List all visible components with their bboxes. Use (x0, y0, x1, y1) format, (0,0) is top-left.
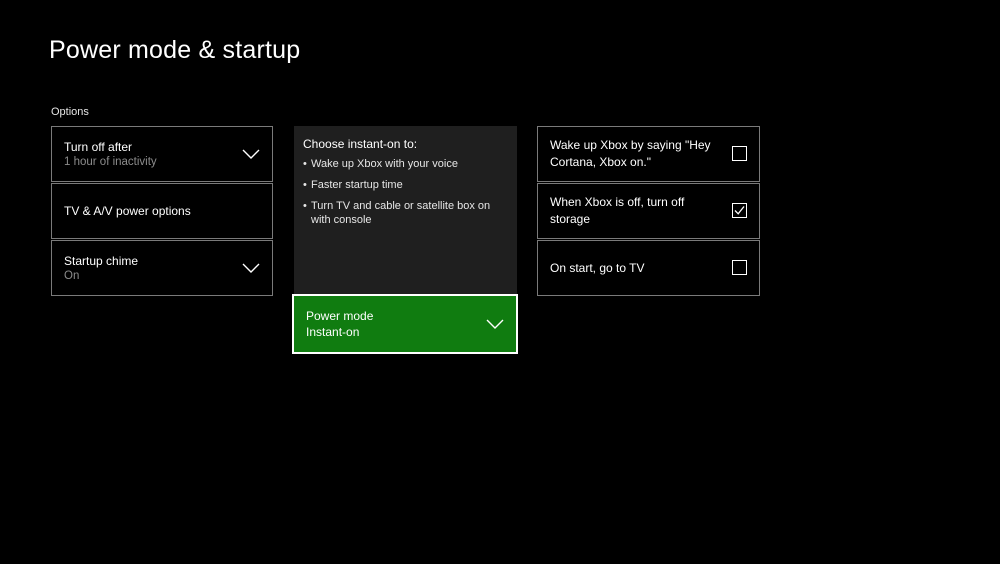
start-go-to-tv-checkbox[interactable] (732, 260, 747, 275)
power-mode-startup-page: Power mode & startup Options Turn off af… (0, 0, 1000, 564)
wake-with-cortana-label: Wake up Xbox by saying "Hey Cortana, Xbo… (550, 138, 711, 169)
info-bullet-startup: Faster startup time (303, 178, 508, 192)
turn-off-after-value: 1 hour of inactivity (64, 155, 157, 168)
options-list: Turn off after 1 hour of inactivity TV &… (51, 126, 273, 297)
tv-av-power-options-button[interactable]: TV & A/V power options (51, 183, 273, 239)
start-go-to-tv-option[interactable]: On start, go to TV (537, 240, 760, 296)
startup-chime-value: On (64, 269, 80, 282)
instant-on-info-panel: Choose instant-on to: Wake up Xbox with … (294, 126, 517, 294)
page-title: Power mode & startup (49, 36, 301, 64)
info-heading: Choose instant-on to: (303, 137, 418, 151)
chevron-down-icon (486, 319, 504, 329)
power-mode-label: Power mode (306, 309, 374, 323)
start-go-to-tv-label: On start, go to TV (550, 260, 645, 275)
wake-with-cortana-checkbox[interactable] (732, 146, 747, 161)
power-mode-dropdown[interactable]: Power mode Instant-on (292, 294, 518, 354)
tv-av-power-options-label: TV & A/V power options (64, 204, 191, 218)
power-mode-value: Instant-on (306, 325, 360, 339)
info-bullet-list: Wake up Xbox with your voice Faster star… (303, 157, 508, 227)
options-section-label: Options (51, 106, 89, 118)
info-bullet-tv: Turn TV and cable or satellite box on wi… (303, 199, 508, 227)
turn-off-after-dropdown[interactable]: Turn off after 1 hour of inactivity (51, 126, 273, 182)
turn-off-after-label: Turn off after (64, 139, 133, 154)
turn-off-storage-label: When Xbox is off, turn off storage (550, 195, 685, 226)
chevron-down-icon (242, 263, 260, 273)
chevron-down-icon (242, 149, 260, 159)
turn-off-storage-checkbox[interactable] (732, 203, 747, 218)
wake-with-cortana-option[interactable]: Wake up Xbox by saying "Hey Cortana, Xbo… (537, 126, 760, 182)
checkbox-options-list: Wake up Xbox by saying "Hey Cortana, Xbo… (537, 126, 760, 297)
turn-off-storage-option[interactable]: When Xbox is off, turn off storage (537, 183, 760, 239)
startup-chime-label: Startup chime (64, 253, 139, 268)
startup-chime-dropdown[interactable]: Startup chime On (51, 240, 273, 296)
info-bullet-voice: Wake up Xbox with your voice (303, 157, 508, 171)
checkmark-icon (734, 206, 745, 215)
